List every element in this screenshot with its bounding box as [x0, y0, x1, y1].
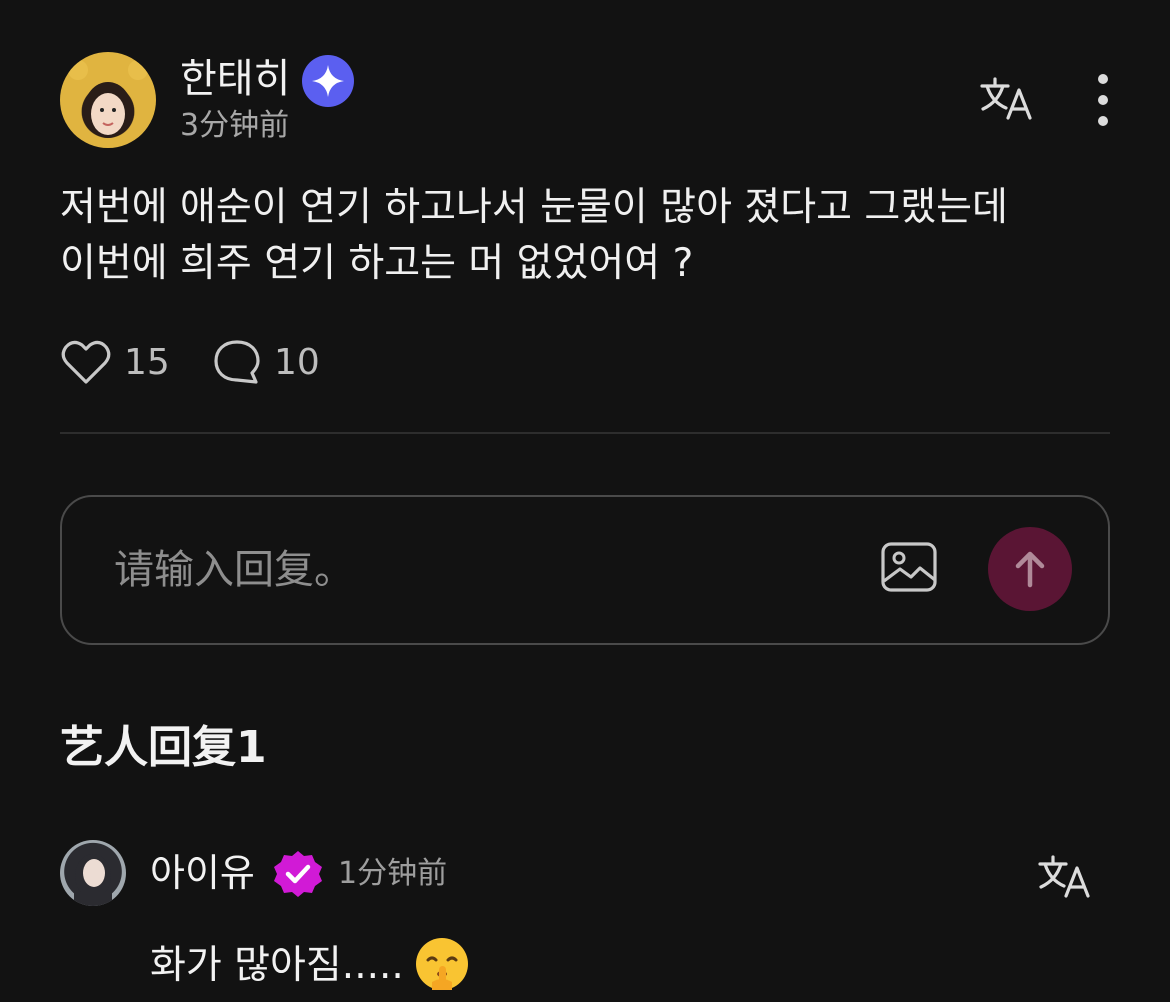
translate-icon[interactable]	[1036, 850, 1092, 902]
comment-count: 10	[274, 341, 320, 383]
comment-button[interactable]: 10	[212, 336, 320, 388]
post-line: 이번에 희주 연기 하고는 머 없었어여 ?	[60, 241, 694, 286]
more-options-icon[interactable]	[1088, 72, 1118, 128]
post-detail-page: 한태히 3分钟前 저번에 애순이 연기 하고나서 눈물이 많아 졌다고 그랬는데	[0, 0, 1170, 1002]
divider	[60, 432, 1110, 434]
send-button[interactable]	[988, 527, 1072, 611]
section-title: 艺人回复1	[60, 722, 267, 773]
shushing-face-icon	[414, 936, 470, 992]
reply-time: 1分钟前	[338, 856, 448, 891]
image-upload-icon[interactable]	[880, 541, 938, 593]
post-line: 저번에 애순이 연기 하고나서 눈물이 많아 졌다고 그랬는데	[60, 185, 1008, 230]
reply-author-name[interactable]: 아이유	[150, 848, 255, 898]
verified-star-icon	[302, 55, 354, 107]
post-time: 3分钟前	[180, 108, 290, 143]
author-name[interactable]: 한태히	[180, 54, 290, 104]
comment-bubble-icon	[214, 340, 260, 384]
reply-box	[60, 495, 1110, 645]
translate-icon[interactable]	[978, 72, 1034, 124]
reply-text: 화가 많아짐.....	[150, 943, 404, 988]
author-avatar[interactable]	[60, 52, 156, 148]
arrow-up-icon	[1015, 551, 1045, 588]
reply-input[interactable]	[112, 537, 816, 603]
like-button[interactable]: 15	[60, 336, 170, 388]
verified-badge-icon	[272, 848, 324, 900]
heart-icon	[61, 340, 111, 384]
reply-avatar[interactable]	[60, 840, 126, 906]
post-body: 저번에 애순이 연기 하고나서 눈물이 많아 졌다고 그랬는데 이번에 희주 연…	[60, 180, 1120, 292]
like-count: 15	[124, 341, 170, 383]
